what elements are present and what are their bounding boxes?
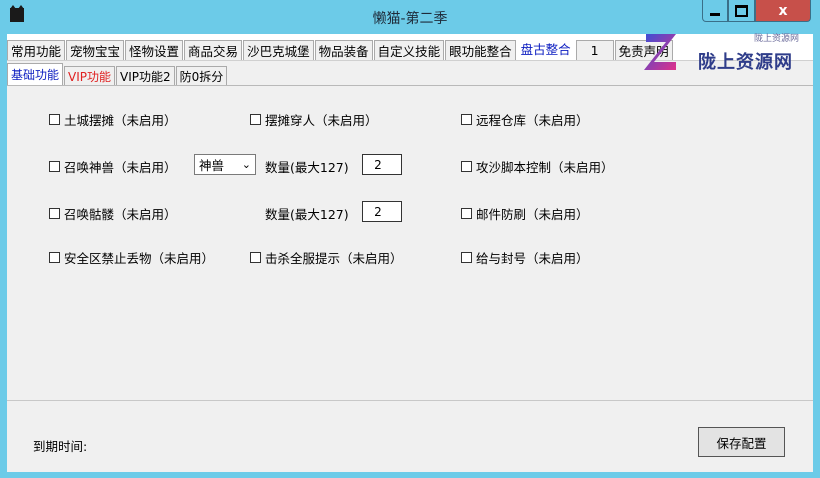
checkbox-label: 安全区禁止丢物（未启用） — [64, 251, 215, 266]
checkbox-box[interactable] — [49, 161, 60, 172]
checkbox-tucheng-baitan[interactable]: 土城摆摊（未启用） — [49, 110, 177, 129]
tab-pangu[interactable]: 盘古整合 — [516, 36, 575, 60]
checkbox-label: 召唤神兽（未启用） — [64, 160, 177, 175]
checkbox-jisha-tishi[interactable]: 击杀全服提示（未启用） — [250, 248, 403, 267]
close-icon: x — [778, 2, 788, 19]
tab-custom-skill[interactable]: 自定义技能 — [373, 40, 445, 60]
subtab-vip2[interactable]: VIP功能2 — [116, 66, 175, 85]
shenshou-quantity-label: 数量(最大127) — [265, 160, 349, 175]
tab-sabak[interactable]: 沙巴克城堡 — [243, 40, 314, 60]
checkbox-gongsha-jiaoben[interactable]: 攻沙脚本控制（未启用） — [461, 157, 614, 176]
bottom-divider — [7, 400, 813, 401]
kulou-quantity-label: 数量(最大127) — [265, 207, 349, 222]
checkbox-box[interactable] — [461, 161, 472, 172]
checkbox-anquanqu-jinzhi[interactable]: 安全区禁止丢物（未启用） — [49, 248, 214, 267]
tab-panel: 基础功能 VIP功能 VIP功能2 防0拆分 土城摆摊（未启用） 摆摊穿人（未启… — [7, 60, 813, 472]
checkbox-box[interactable] — [49, 208, 60, 219]
checkbox-yuancheng-cangku[interactable]: 远程仓库（未启用） — [461, 110, 589, 129]
checkbox-label: 击杀全服提示（未启用） — [265, 251, 403, 266]
checkbox-label: 摆摊穿人（未启用） — [265, 113, 378, 128]
subtab-basic[interactable]: 基础功能 — [7, 63, 64, 85]
save-config-button[interactable]: 保存配置 — [698, 427, 785, 457]
expire-time-label: 到期时间: — [33, 439, 88, 454]
subtab-vip[interactable]: VIP功能 — [64, 66, 116, 85]
checkbox-label: 攻沙脚本控制（未启用） — [476, 160, 614, 175]
window-title: 懒猫-第二季 — [372, 11, 448, 27]
checkbox-zhaohuan-kulou[interactable]: 召唤骷髅（未启用） — [49, 204, 177, 223]
checkbox-zhaohuan-shenshou[interactable]: 召唤神兽（未启用） — [49, 157, 177, 176]
chevron-down-icon: ⌄ — [241, 158, 251, 171]
basic-page: 土城摆摊（未启用） 摆摊穿人（未启用） 远程仓库（未启用） 召唤神兽（未启用） … — [7, 85, 813, 396]
checkbox-box[interactable] — [49, 252, 60, 263]
checkbox-label: 召唤骷髅（未启用） — [64, 207, 177, 222]
checkbox-label: 邮件防刷（未启用） — [476, 207, 589, 222]
tab-monster[interactable]: 怪物设置 — [125, 40, 184, 60]
checkbox-baitan-chuanren[interactable]: 摆摊穿人（未启用） — [250, 110, 378, 129]
minimize-button[interactable] — [702, 0, 728, 22]
tab-items[interactable]: 物品装备 — [314, 40, 373, 60]
tab-eye-integration[interactable]: 眼功能整合 — [445, 40, 516, 60]
shenshou-quantity-input[interactable]: 2 — [362, 154, 402, 175]
close-button[interactable]: x — [755, 0, 811, 22]
main-tabs: 常用功能 宠物宝宝 怪物设置 商品交易 沙巴克城堡 物品装备 自定义技能 眼功能… — [7, 36, 674, 60]
tab-trade[interactable]: 商品交易 — [184, 40, 243, 60]
client-area: 常用功能 宠物宝宝 怪物设置 商品交易 沙巴克城堡 物品装备 自定义技能 眼功能… — [7, 34, 813, 472]
checkbox-box[interactable] — [461, 252, 472, 263]
tab-1[interactable]: 1 — [575, 40, 614, 60]
checkbox-label: 给与封号（未启用） — [476, 251, 589, 266]
select-value: 神兽 — [199, 158, 225, 173]
watermark-logo-icon — [644, 34, 676, 70]
checkbox-box[interactable] — [49, 114, 60, 125]
maximize-button[interactable] — [728, 0, 755, 22]
checkbox-box[interactable] — [250, 252, 261, 263]
checkbox-youjian-fangshua[interactable]: 邮件防刷（未启用） — [461, 204, 589, 223]
subtab-anti-split[interactable]: 防0拆分 — [175, 66, 228, 85]
tab-common[interactable]: 常用功能 — [7, 40, 66, 60]
minimize-icon — [710, 13, 720, 16]
app-window: 懒猫-第二季 x 常用功能 宠物宝宝 怪物设置 商品交易 沙巴克城堡 物品装备 … — [0, 0, 820, 478]
watermark-text: 陇上资源网 — [698, 52, 793, 73]
checkbox-label: 土城摆摊（未启用） — [64, 113, 177, 128]
maximize-icon — [735, 4, 748, 17]
sub-tabs: 基础功能 VIP功能 VIP功能2 防0拆分 — [7, 63, 228, 85]
kulou-quantity-input[interactable]: 2 — [362, 201, 402, 222]
tab-pet[interactable]: 宠物宝宝 — [66, 40, 125, 60]
checkbox-box[interactable] — [461, 208, 472, 219]
shenshou-select[interactable]: 神兽 ⌄ — [194, 154, 256, 175]
checkbox-geiyu-fenghao[interactable]: 给与封号（未启用） — [461, 248, 589, 267]
checkbox-box[interactable] — [461, 114, 472, 125]
watermark: 陇上资源网 陇上资源网 — [636, 28, 806, 80]
checkbox-label: 远程仓库（未启用） — [476, 113, 589, 128]
watermark-small-text: 陇上资源网 — [754, 34, 800, 44]
checkbox-box[interactable] — [250, 114, 261, 125]
